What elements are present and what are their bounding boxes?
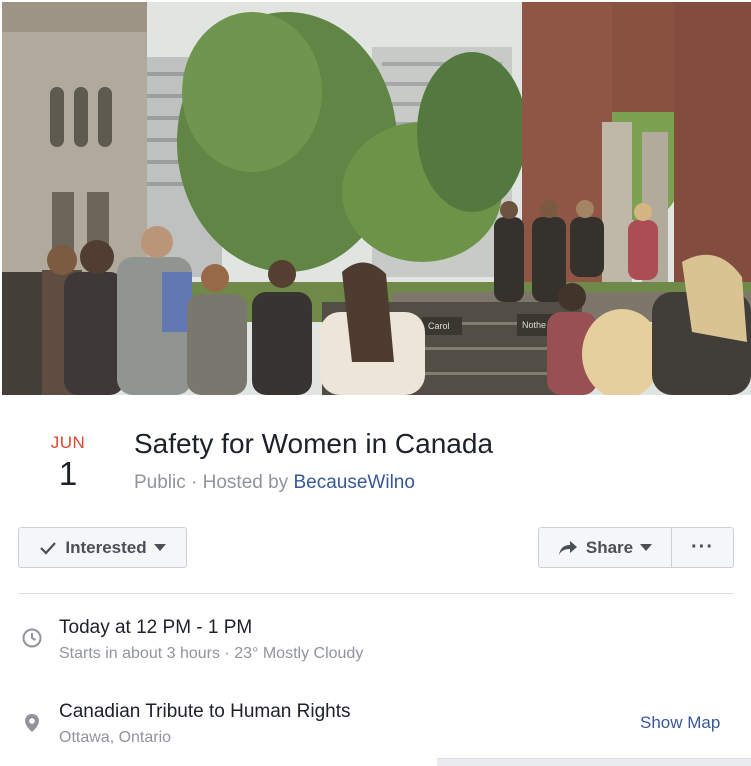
interested-label: Interested xyxy=(65,537,147,557)
event-cover-photo[interactable]: Carol Nothe xyxy=(2,2,751,395)
event-date-day: 1 xyxy=(58,455,78,492)
event-subtitle: Public · Hosted by BecauseWilno xyxy=(134,472,415,494)
cover-photo-illustration: Carol Nothe xyxy=(2,2,751,395)
clock-icon xyxy=(22,628,42,653)
event-location-city: Ottawa, Ontario xyxy=(59,729,172,746)
show-map-link[interactable]: Show Map xyxy=(640,713,720,733)
more-options-label: ··· xyxy=(691,536,714,558)
event-date-month: JUN xyxy=(50,433,86,452)
map-pin-icon xyxy=(24,713,40,738)
checkmark-icon xyxy=(39,541,57,555)
event-time-details: Starts in about 3 hours · 23° Mostly Clo… xyxy=(59,645,364,662)
share-label: Share xyxy=(585,537,634,557)
share-arrow-icon xyxy=(558,540,578,556)
chevron-down-icon xyxy=(640,543,653,552)
interested-button[interactable]: Interested xyxy=(18,527,187,568)
host-link[interactable]: BecauseWilno xyxy=(293,472,414,493)
share-button[interactable]: Share xyxy=(538,527,672,568)
event-time: Today at 12 PM - 1 PM xyxy=(59,617,253,638)
section-divider xyxy=(18,593,734,594)
hosted-by-label: Hosted by xyxy=(202,472,289,493)
subtitle-separator: · xyxy=(191,472,198,493)
event-location[interactable]: Canadian Tribute to Human Rights xyxy=(59,701,351,723)
event-title: Safety for Women in Canada xyxy=(134,428,494,459)
more-options-button[interactable]: ··· xyxy=(671,527,734,568)
chevron-down-icon xyxy=(153,543,166,552)
event-privacy: Public xyxy=(134,472,186,493)
